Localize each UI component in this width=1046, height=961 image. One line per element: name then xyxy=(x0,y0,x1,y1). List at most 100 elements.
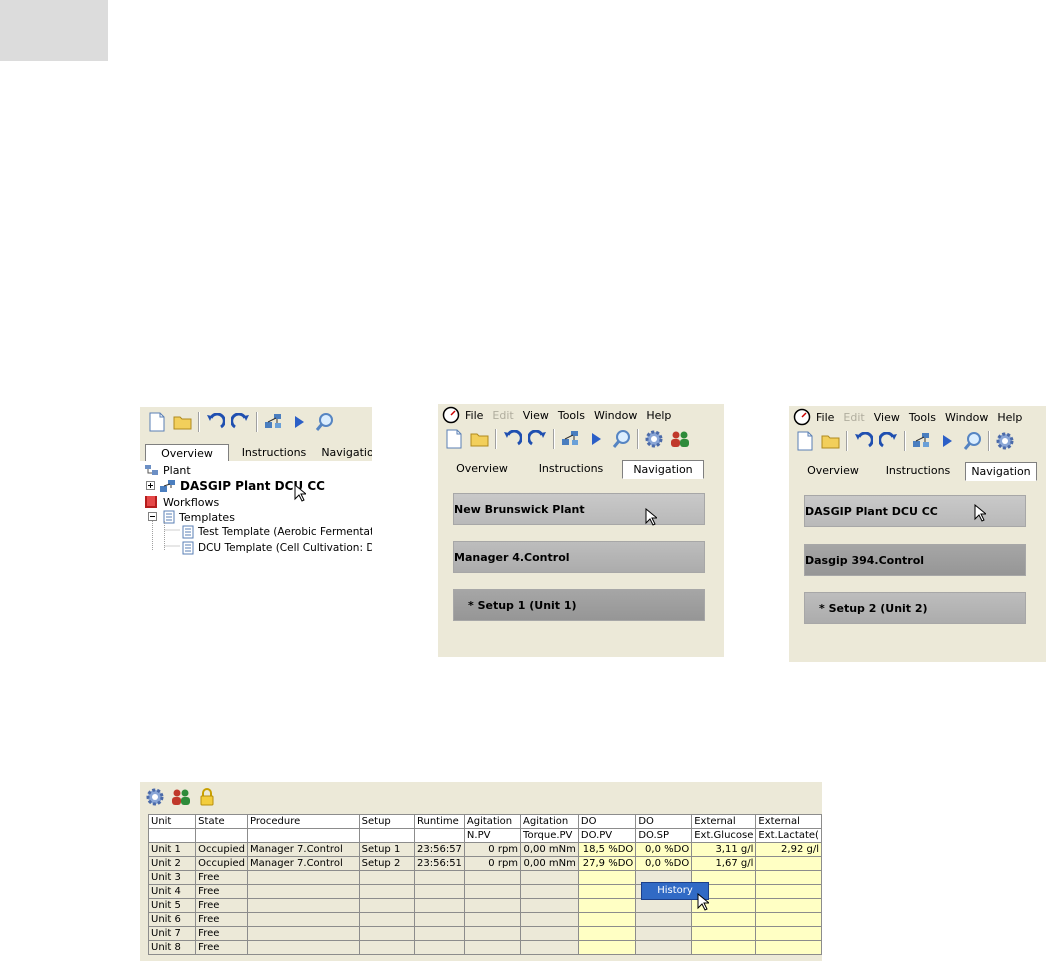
play-icon[interactable] xyxy=(288,411,310,433)
menu-view[interactable]: View xyxy=(874,411,900,424)
tab-navigation[interactable]: Navigation xyxy=(622,460,704,479)
menu-help[interactable]: Help xyxy=(646,409,671,422)
table-cell[interactable] xyxy=(463,926,522,941)
table-cell[interactable] xyxy=(520,884,579,899)
search-icon[interactable] xyxy=(962,430,984,452)
table-cell[interactable] xyxy=(577,898,637,913)
table-cell[interactable] xyxy=(463,884,522,899)
table-cell[interactable]: Unit 6 xyxy=(147,912,197,927)
play-icon[interactable] xyxy=(936,430,958,452)
table-cell[interactable] xyxy=(577,926,637,941)
undo-icon[interactable] xyxy=(204,411,226,433)
table-cell[interactable] xyxy=(247,940,360,955)
redo-icon[interactable] xyxy=(230,411,252,433)
table-cell[interactable]: 23:56:57 xyxy=(414,842,465,857)
table-cell[interactable]: Unit 2 xyxy=(147,856,197,871)
tab-instructions[interactable]: Instructions xyxy=(530,460,612,479)
table-cell[interactable] xyxy=(463,870,522,885)
table-cell[interactable] xyxy=(577,912,637,927)
tab-instructions[interactable]: Instructions xyxy=(877,462,959,481)
new-document-icon[interactable] xyxy=(443,428,465,450)
undo-icon[interactable] xyxy=(501,428,523,450)
table-cell[interactable] xyxy=(635,912,693,927)
table-cell[interactable] xyxy=(414,940,465,955)
table-cell[interactable] xyxy=(414,926,465,941)
table-cell[interactable]: Unit 1 xyxy=(147,842,197,857)
table-row[interactable]: Unit 8 Free xyxy=(147,940,822,955)
table-cell[interactable] xyxy=(577,870,637,885)
table-cell[interactable]: 2,92 g/l xyxy=(755,842,822,857)
table-cell[interactable] xyxy=(414,898,465,913)
table-cell[interactable] xyxy=(414,870,465,885)
table-cell[interactable]: Setup 2 xyxy=(358,856,416,871)
table-cell[interactable] xyxy=(247,884,360,899)
table-cell[interactable] xyxy=(358,940,416,955)
table-cell[interactable] xyxy=(520,870,579,885)
menu-tools[interactable]: Tools xyxy=(558,409,585,422)
network-icon[interactable] xyxy=(910,430,932,452)
lock-icon[interactable] xyxy=(196,786,218,808)
table-row[interactable]: Unit 1 Occupied Manager 7.Control Setup 1 23… xyxy=(147,842,822,857)
table-cell[interactable]: Unit 5 xyxy=(147,898,197,913)
table-cell[interactable] xyxy=(358,926,416,941)
nav-button-plant[interactable]: New Brunswick Plant xyxy=(453,493,705,525)
table-cell[interactable] xyxy=(414,912,465,927)
menu-window[interactable]: Window xyxy=(945,411,988,424)
table-cell[interactable] xyxy=(520,912,579,927)
table-cell[interactable] xyxy=(635,940,693,955)
open-folder-icon[interactable] xyxy=(820,430,842,452)
redo-icon[interactable] xyxy=(878,430,900,452)
table-cell[interactable] xyxy=(358,884,416,899)
tab-overview[interactable]: Overview xyxy=(795,462,871,481)
table-cell[interactable]: 0 rpm xyxy=(463,842,522,857)
table-cell[interactable] xyxy=(358,898,416,913)
table-cell[interactable]: 27,9 %DO xyxy=(577,856,637,871)
nav-button-plant[interactable]: DASGIP Plant DCU CC xyxy=(804,495,1026,527)
table-cell[interactable]: Manager 7.Control xyxy=(247,842,360,857)
new-document-icon[interactable] xyxy=(146,411,168,433)
settings-gear-icon[interactable] xyxy=(994,430,1016,452)
table-cell[interactable]: Free xyxy=(195,884,249,899)
play-icon[interactable] xyxy=(585,428,607,450)
tree-item-workflows[interactable]: Workflows xyxy=(144,495,219,509)
table-cell[interactable] xyxy=(520,940,579,955)
open-folder-icon[interactable] xyxy=(469,428,491,450)
tab-navigation[interactable]: Navigation xyxy=(965,462,1037,481)
table-cell[interactable]: Free xyxy=(195,870,249,885)
table-row[interactable]: Unit 4 Free xyxy=(147,884,822,899)
users-icon[interactable] xyxy=(669,428,691,450)
table-cell[interactable]: Free xyxy=(195,898,249,913)
redo-icon[interactable] xyxy=(527,428,549,450)
table-cell[interactable] xyxy=(577,884,637,899)
table-cell[interactable]: 18,5 %DO xyxy=(577,842,637,857)
new-document-icon[interactable] xyxy=(794,430,816,452)
menu-window[interactable]: Window xyxy=(594,409,637,422)
table-cell[interactable] xyxy=(635,898,693,913)
table-cell[interactable]: Unit 8 xyxy=(147,940,197,955)
table-row[interactable]: Unit 3 Free xyxy=(147,870,822,885)
network-icon[interactable] xyxy=(262,411,284,433)
table-cell[interactable]: 0,00 mNm xyxy=(520,856,579,871)
network-icon[interactable] xyxy=(559,428,581,450)
table-cell[interactable] xyxy=(755,926,822,941)
table-cell[interactable] xyxy=(463,898,522,913)
table-cell[interactable] xyxy=(520,898,579,913)
search-icon[interactable] xyxy=(314,411,336,433)
table-cell[interactable] xyxy=(247,912,360,927)
tree-item-test-template[interactable]: Test Template (Aerobic Fermentation: xyxy=(181,525,372,539)
table-cell[interactable] xyxy=(247,898,360,913)
table-cell[interactable] xyxy=(463,940,522,955)
menu-file[interactable]: File xyxy=(816,411,834,424)
nav-button-manager[interactable]: Manager 4.Control xyxy=(453,541,705,573)
table-cell[interactable] xyxy=(247,870,360,885)
table-cell[interactable]: Occupied xyxy=(195,842,249,857)
table-cell[interactable]: Unit 7 xyxy=(147,926,197,941)
open-folder-icon[interactable] xyxy=(172,411,194,433)
table-cell[interactable] xyxy=(755,884,822,899)
table-row[interactable]: Unit 5 Free xyxy=(147,898,822,913)
table-cell[interactable]: Free xyxy=(195,940,249,955)
table-cell[interactable] xyxy=(247,926,360,941)
menu-help[interactable]: Help xyxy=(997,411,1022,424)
table-cell[interactable] xyxy=(520,926,579,941)
table-cell[interactable]: Occupied xyxy=(195,856,249,871)
